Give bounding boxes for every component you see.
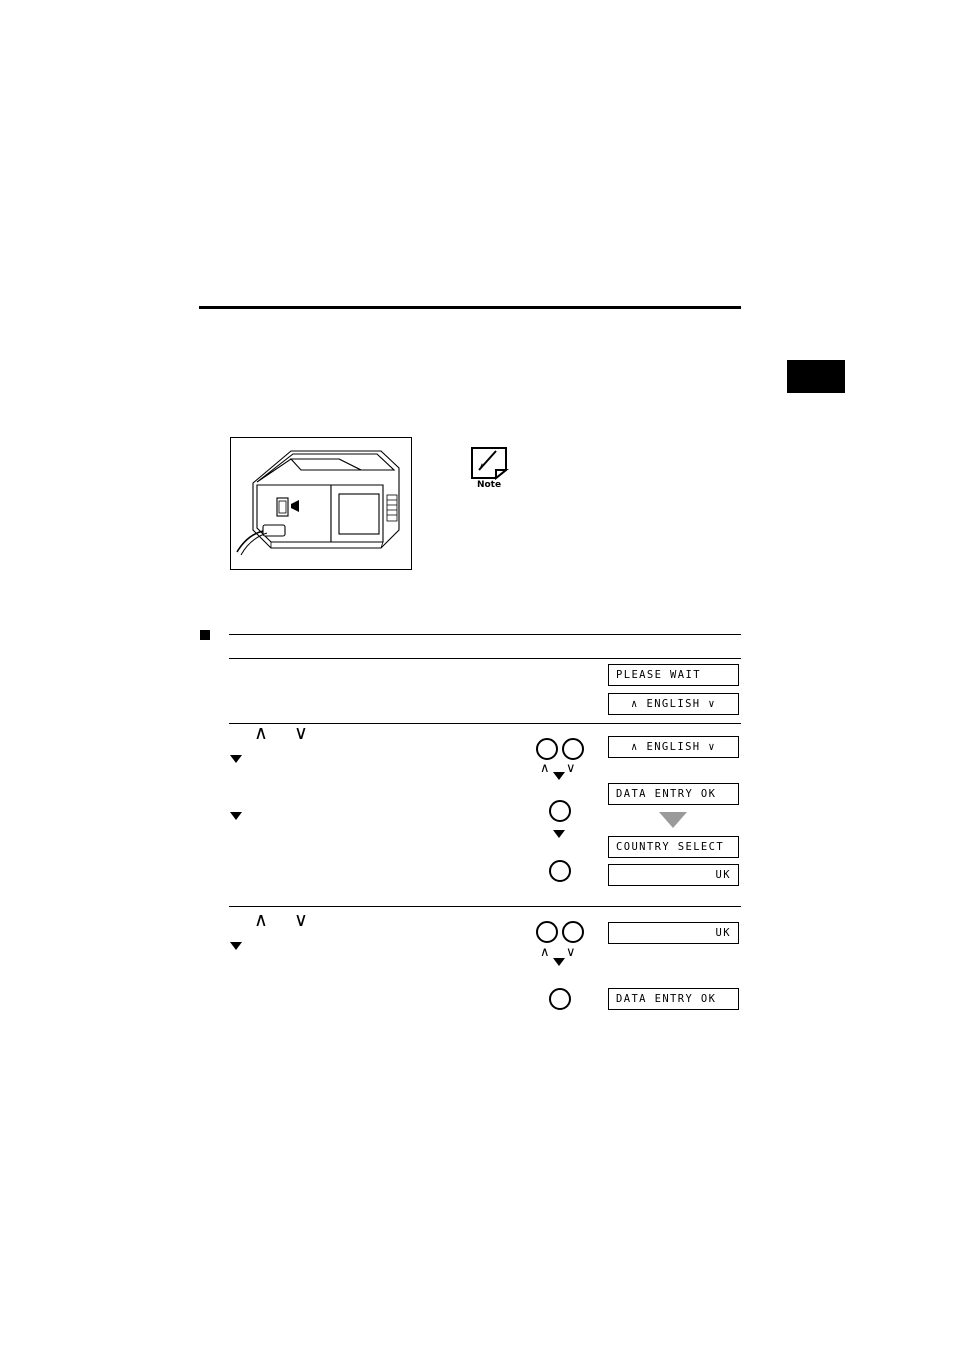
down-button-2[interactable] (562, 921, 584, 943)
section-bullet (200, 630, 210, 640)
step-marker-2 (553, 772, 565, 780)
instruction-down-chevron-2: ∨ (294, 909, 308, 931)
lcd-country-uk-2: UK (608, 922, 739, 944)
lcd-data-entry-ok-1: DATA ENTRY OK (608, 783, 739, 805)
down-button-glyph-1: ∨ (566, 761, 576, 776)
down-button-glyph-2: ∨ (566, 945, 576, 960)
lcd-please-wait: PLEASE WAIT (608, 664, 739, 686)
down-button-1[interactable] (562, 738, 584, 760)
section-rule-top (229, 634, 741, 635)
section-rule-second (229, 658, 741, 659)
step-marker-1 (230, 755, 242, 763)
step-marker-5 (230, 942, 242, 950)
chapter-tab-marker (787, 360, 845, 393)
lcd-english-select: ∧ ENGLISH ∨ (608, 736, 739, 758)
step-marker-3 (230, 812, 242, 820)
note-icon: Note (466, 444, 514, 490)
section-rule-fourth (229, 906, 741, 907)
svg-text:Note: Note (477, 480, 501, 488)
set-button-2[interactable] (549, 860, 571, 882)
instruction-down-chevron-1: ∨ (294, 722, 308, 744)
instruction-up-chevron-1: ∧ (254, 722, 268, 744)
set-button-3[interactable] (549, 988, 571, 1010)
header-rule (199, 306, 741, 309)
step-marker-6 (553, 958, 565, 966)
up-button-1[interactable] (536, 738, 558, 760)
illustration-fax-rear-view (230, 437, 412, 570)
lcd-data-entry-ok-2: DATA ENTRY OK (608, 988, 739, 1010)
transition-arrow (659, 812, 687, 828)
instruction-up-chevron-2: ∧ (254, 909, 268, 931)
up-button-2[interactable] (536, 921, 558, 943)
step-marker-4 (553, 830, 565, 838)
lcd-country-select: COUNTRY SELECT (608, 836, 739, 858)
up-button-glyph-1: ∧ (540, 761, 550, 776)
up-button-glyph-2: ∧ (540, 945, 550, 960)
manual-page: Note PLEASE WAIT ∧ ENGLISH ∨ ∧ ∨ ∧ ∨ ∧ E… (0, 0, 954, 1351)
set-button-1[interactable] (549, 800, 571, 822)
lcd-country-uk-1: UK (608, 864, 739, 886)
lcd-english-initial: ∧ ENGLISH ∨ (608, 693, 739, 715)
